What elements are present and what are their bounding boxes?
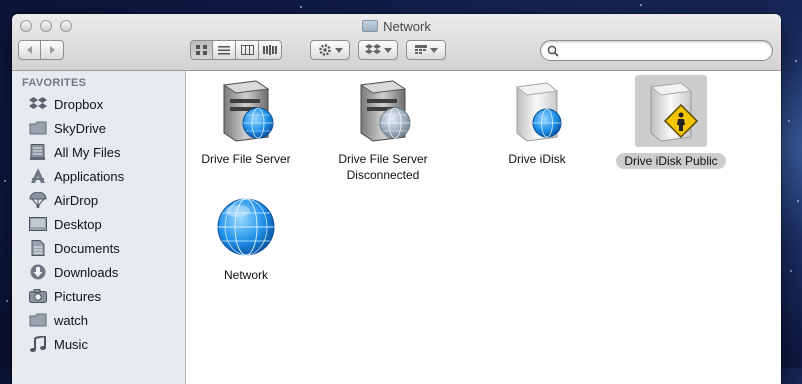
sidebar-item-label: Downloads — [54, 264, 119, 280]
star — [795, 60, 797, 62]
idisk-drive-icon — [503, 77, 571, 145]
sidebar-item-label: AirDrop — [54, 192, 99, 208]
forward-button[interactable] — [41, 40, 64, 60]
dropbox-menu-button[interactable] — [358, 40, 398, 60]
column-view-icon — [240, 45, 254, 55]
sidebar-item-watch[interactable]: watch — [12, 309, 185, 331]
chevron-right-icon — [50, 46, 55, 54]
chevron-left-icon — [26, 46, 32, 54]
sidebar-item-airdrop[interactable]: AirDrop — [12, 189, 185, 211]
star — [640, 4, 642, 6]
server-drive-globe-icon — [212, 77, 280, 145]
sidebar-item-label: Dropbox — [54, 96, 104, 112]
window-title-text: Network — [383, 19, 431, 34]
file-item-label: Drive File Server — [201, 152, 291, 166]
idisk-public-drive-icon — [635, 75, 707, 147]
file-item-label: Drive iDisk Public — [606, 153, 736, 169]
documents-icon — [29, 240, 47, 256]
window-title: Network — [12, 19, 781, 34]
list-view-button[interactable] — [213, 40, 236, 60]
coverflow-view-icon — [263, 45, 277, 55]
search-icon — [547, 45, 559, 57]
file-item-drive-file-server-disconnected[interactable]: Drive File Server Disconnected — [318, 77, 448, 183]
star — [790, 270, 792, 272]
sidebar-item-label: SkyDrive — [54, 120, 107, 136]
file-item-label: Drive iDisk — [508, 152, 566, 166]
file-item-label-text: Drive iDisk Public — [616, 153, 726, 169]
action-menu-button[interactable] — [310, 40, 350, 60]
search-field[interactable] — [540, 40, 773, 61]
star — [6, 300, 8, 302]
arrange-icon — [414, 45, 427, 54]
downloads-icon — [29, 264, 47, 280]
sidebar-item-label: Music — [54, 336, 88, 352]
chevron-down-icon — [383, 48, 392, 53]
file-item-drive-file-server[interactable]: Drive File Server — [181, 77, 311, 167]
pictures-icon — [29, 288, 47, 304]
sidebar: FAVORITES Dropbox SkyDrive All My Files … — [12, 71, 186, 384]
file-item-label: Drive File Server Disconnected — [338, 152, 428, 182]
sidebar-item-label: Pictures — [54, 288, 101, 304]
back-forward-control — [18, 40, 64, 60]
gear-icon — [318, 44, 331, 56]
icon-view-icon — [195, 45, 207, 55]
sidebar-item-label: Desktop — [54, 216, 102, 232]
sidebar-item-dropbox[interactable]: Dropbox — [12, 93, 185, 115]
server-drive-disconnected-icon — [349, 77, 417, 145]
folder-icon — [29, 312, 47, 328]
dropbox-icon — [364, 44, 381, 54]
file-item-label: Network — [223, 268, 268, 282]
file-browser: Drive File Server Drive File Server Disc… — [186, 71, 781, 384]
folder-icon — [362, 20, 379, 32]
network-globe-icon — [212, 193, 280, 261]
finder-window: Network FAVORITES Dropbox SkyDrive All M… — [12, 14, 781, 384]
sidebar-item-music[interactable]: Music — [12, 333, 185, 355]
sidebar-item-skydrive[interactable]: SkyDrive — [12, 117, 185, 139]
star — [788, 120, 790, 122]
all-files-icon — [29, 144, 47, 160]
arrange-menu-button[interactable] — [406, 40, 446, 60]
file-item-network[interactable]: Network — [181, 193, 311, 283]
star — [4, 180, 6, 182]
dropbox-icon — [29, 96, 47, 112]
list-view-icon — [218, 46, 230, 55]
view-mode-control — [190, 40, 282, 60]
icon-view-button[interactable] — [190, 40, 213, 60]
title-bar: Network — [12, 14, 781, 71]
star — [797, 200, 799, 202]
sidebar-item-downloads[interactable]: Downloads — [12, 261, 185, 283]
sidebar-item-documents[interactable]: Documents — [12, 237, 185, 259]
airdrop-icon — [29, 192, 47, 208]
sidebar-item-label: Applications — [54, 168, 125, 184]
sidebar-item-all-my-files[interactable]: All My Files — [12, 141, 185, 163]
star — [300, 6, 302, 8]
sidebar-item-applications[interactable]: Applications — [12, 165, 185, 187]
sidebar-item-label: Documents — [54, 240, 120, 256]
sidebar-item-label: watch — [54, 312, 88, 328]
chevron-down-icon — [334, 48, 343, 53]
chevron-down-icon — [429, 48, 438, 53]
file-item-drive-idisk-public[interactable]: Drive iDisk Public — [606, 75, 736, 169]
applications-icon — [29, 168, 47, 184]
sidebar-heading: FAVORITES — [22, 77, 87, 89]
sidebar-item-desktop[interactable]: Desktop — [12, 213, 185, 235]
sidebar-item-pictures[interactable]: Pictures — [12, 285, 185, 307]
desktop-icon — [29, 216, 47, 232]
coverflow-view-button[interactable] — [259, 40, 282, 60]
sidebar-item-label: All My Files — [54, 144, 121, 160]
file-item-drive-idisk[interactable]: Drive iDisk — [472, 77, 602, 167]
folder-icon — [29, 120, 47, 136]
music-icon — [29, 336, 47, 352]
back-button[interactable] — [18, 40, 41, 60]
column-view-button[interactable] — [236, 40, 259, 60]
